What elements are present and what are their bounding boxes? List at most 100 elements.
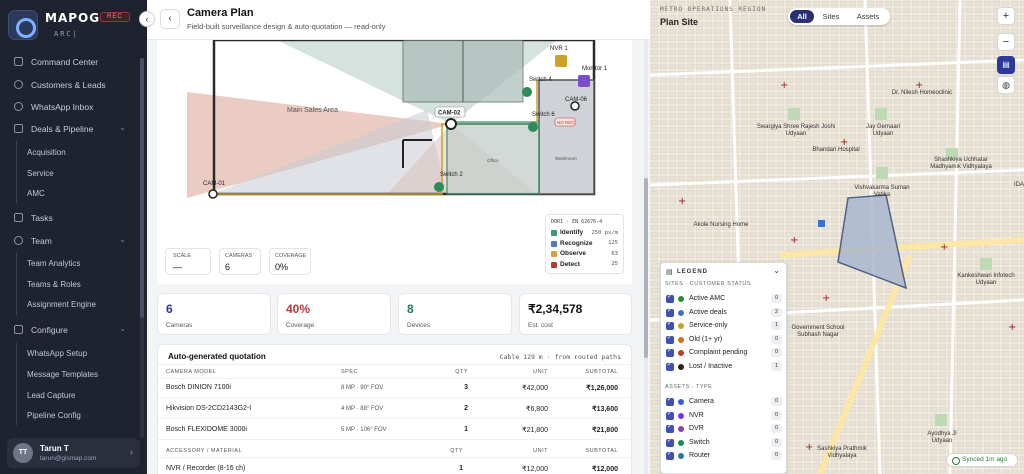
chip-value: — <box>173 262 182 272</box>
legend-item[interactable]: Switch 0 <box>666 437 782 449</box>
legend-item[interactable]: Old (1+ yr) 0 <box>666 334 782 346</box>
zoom-out-button[interactable]: − <box>997 33 1015 51</box>
collapse-sidebar-button[interactable]: ‹ <box>139 11 155 27</box>
checkbox-checked-icon[interactable] <box>666 450 674 460</box>
sidebar-subitem-lead-capture[interactable]: Lead Capture <box>27 391 75 400</box>
count-badge: 0 <box>771 451 782 460</box>
sidebar-subitem-assignment[interactable]: Assignment Engine <box>27 300 96 309</box>
asset-marker-icon[interactable] <box>818 220 825 227</box>
table-cell: ₹6,800 <box>526 406 548 413</box>
sidebar-item-customers[interactable]: Customers & Leads <box>0 76 140 94</box>
sidebar-item-configure[interactable]: Configure ⌄ <box>0 321 140 339</box>
checkbox-checked-icon[interactable] <box>666 293 674 303</box>
globe-button[interactable]: ◍ <box>997 76 1015 94</box>
checkbox-checked-icon[interactable] <box>666 347 674 357</box>
sidebar-scrollbar[interactable] <box>140 58 144 438</box>
table-cell: ₹42,000 <box>522 385 548 392</box>
status-dot-icon <box>678 309 684 316</box>
sidebar-item-label: Command Center <box>31 57 99 67</box>
chevron-down-icon[interactable]: ⌄ <box>773 266 780 275</box>
monitor-marker-icon[interactable] <box>578 75 590 87</box>
sidebar-item-deals[interactable]: Deals & Pipeline ⌄ <box>0 120 140 138</box>
legend-item[interactable]: Router 0 <box>666 450 782 462</box>
map-layers-button[interactable]: ▤ <box>997 56 1015 74</box>
camera-marker-icon[interactable] <box>445 118 457 130</box>
legend-item[interactable]: Complaint pending 0 <box>666 347 782 359</box>
legend-item[interactable]: Active deals 2 <box>666 307 782 319</box>
checkbox-checked-icon[interactable] <box>666 320 674 330</box>
dori-value: 125 <box>608 240 618 246</box>
legend-item[interactable]: Lost / Inactive 1 <box>666 361 782 373</box>
legend-icon: ▤ <box>666 269 673 276</box>
back-button[interactable]: ‹ <box>160 9 180 29</box>
map-label: Bhandari Hospital <box>812 147 860 153</box>
quotation-table: Auto-generated quotation Cable 129 m · f… <box>157 344 633 474</box>
kpi-label: Coverage <box>286 322 315 329</box>
sidebar-subitem-acquisition[interactable]: Acquisition <box>27 148 66 157</box>
divider <box>158 457 633 458</box>
sidebar-subitem-pipeline-config[interactable]: Pipeline Config <box>27 411 81 420</box>
kpi-coverage: 40% Coverage <box>277 293 391 335</box>
legend-item[interactable]: Active AMC 0 <box>666 293 782 305</box>
user-menu[interactable]: TT Tarun T tarun@gismap.com › <box>7 438 140 468</box>
sidebar-subitem-team-analytics[interactable]: Team Analytics <box>27 259 80 268</box>
brand-name: MAPOG <box>45 11 101 25</box>
status-dot-icon <box>678 439 684 446</box>
column-header: SUBTOTAL <box>585 448 618 454</box>
map-label: Shashkiya Uchhatar Madhyamik Vidhyalaya <box>930 157 992 170</box>
chevron-down-icon: ⌄ <box>119 324 126 333</box>
switch-marker-icon[interactable] <box>522 87 532 97</box>
checkbox-checked-icon[interactable] <box>666 437 674 447</box>
count-badge: 0 <box>771 437 782 447</box>
camera-plan-panel: ‹ Camera Plan Field-built surveillance d… <box>147 0 650 474</box>
tab-all[interactable]: All <box>790 10 814 23</box>
kpi-value: ₹2,34,578 <box>528 302 583 316</box>
checkbox-checked-icon[interactable] <box>666 361 674 371</box>
chevron-right-icon: › <box>130 447 133 457</box>
sidebar-item-team[interactable]: Team ⌄ <box>0 232 140 250</box>
center-scrollbar[interactable] <box>644 40 648 474</box>
nvr-marker-icon[interactable] <box>555 55 567 67</box>
switch-marker-icon[interactable] <box>528 122 538 132</box>
count-badge: 0 <box>771 410 782 420</box>
sidebar-subitem-amc[interactable]: AMC <box>27 189 45 198</box>
switch-marker-icon[interactable] <box>434 182 444 192</box>
map-label: Ayodhya Ji Udyaan <box>927 431 957 444</box>
map-filter-tabs: All Sites Assets <box>788 8 890 25</box>
sidebar-subitem-teams-roles[interactable]: Teams & Roles <box>27 280 81 289</box>
sidebar-item-whatsapp[interactable]: WhatsApp Inbox <box>0 98 140 116</box>
zoom-in-button[interactable]: + <box>997 7 1015 25</box>
table-cell: ₹13,600 <box>592 406 618 413</box>
checkbox-checked-icon[interactable] <box>666 410 674 420</box>
chip-value: 0% <box>275 262 289 272</box>
sidebar-subitem-service[interactable]: Service <box>27 169 54 178</box>
brand-badge: REC <box>100 12 130 22</box>
brand[interactable]: MAPOG REC ARC| <box>8 8 140 44</box>
map-region-label: METRO OPERATIONS REGION <box>660 6 767 13</box>
sidebar-subitem-whatsapp-setup[interactable]: WhatsApp Setup <box>27 349 87 358</box>
coverage-chip: COVERAGE 0% <box>269 248 311 275</box>
map-panel[interactable]: + + + + + + + + + METRO OPERATIONS REGION Plan… <box>650 0 1024 474</box>
map-label: Jay Gemaari Udyaan <box>865 124 900 137</box>
map-label: Vishvakarma Suman Vatika <box>854 185 910 198</box>
checkbox-checked-icon[interactable] <box>666 423 674 433</box>
sidebar-subitem-message-templates[interactable]: Message Templates <box>27 370 98 379</box>
checkbox-checked-icon[interactable] <box>666 396 674 406</box>
checkbox-checked-icon[interactable] <box>666 307 674 317</box>
status-dot-icon <box>678 399 684 405</box>
device-label: Switch 2 <box>440 172 463 178</box>
sidebar-item-command-center[interactable]: Command Center <box>0 53 140 71</box>
sidebar-item-label: WhatsApp Inbox <box>31 102 94 112</box>
legend-item[interactable]: NVR 0 <box>666 410 782 422</box>
legend-item[interactable]: Service-only 1 <box>666 320 782 332</box>
checkbox-checked-icon[interactable] <box>666 334 674 344</box>
tab-assets[interactable]: Assets <box>848 10 888 23</box>
camera-marker-icon[interactable] <box>208 189 218 199</box>
legend-item[interactable]: DVR 0 <box>666 423 782 435</box>
legend-item[interactable]: Camera 0 <box>666 396 782 408</box>
camera-marker-icon[interactable] <box>570 101 580 111</box>
tab-sites[interactable]: Sites <box>816 10 846 23</box>
floor-plan-canvas[interactable]: Main Sales Area Office Washroom NVR 1 Mo… <box>157 38 632 284</box>
grid-icon <box>14 57 23 66</box>
sidebar-item-tasks[interactable]: Tasks <box>0 209 140 227</box>
